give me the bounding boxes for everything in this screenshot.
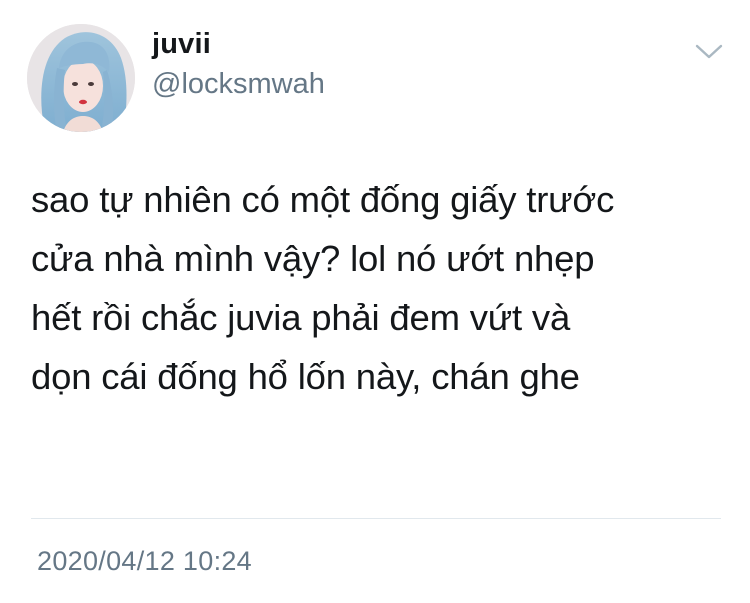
author-display-name[interactable]: juvii bbox=[152, 28, 211, 61]
tweet-card: juvii @locksmwah sao tự nhiên có một đốn… bbox=[0, 0, 750, 603]
tweet-menu-button[interactable] bbox=[694, 40, 724, 62]
chevron-down-icon bbox=[695, 44, 723, 59]
author-handle[interactable]: @locksmwah bbox=[152, 68, 325, 101]
avatar[interactable] bbox=[27, 24, 135, 132]
tweet-timestamp[interactable]: 2020/04/12 10:24 bbox=[37, 546, 252, 577]
avatar-photo-icon bbox=[27, 24, 135, 132]
tweet-text: sao tự nhiên có một đống giấy trước cửa … bbox=[31, 179, 615, 397]
divider bbox=[31, 518, 721, 519]
